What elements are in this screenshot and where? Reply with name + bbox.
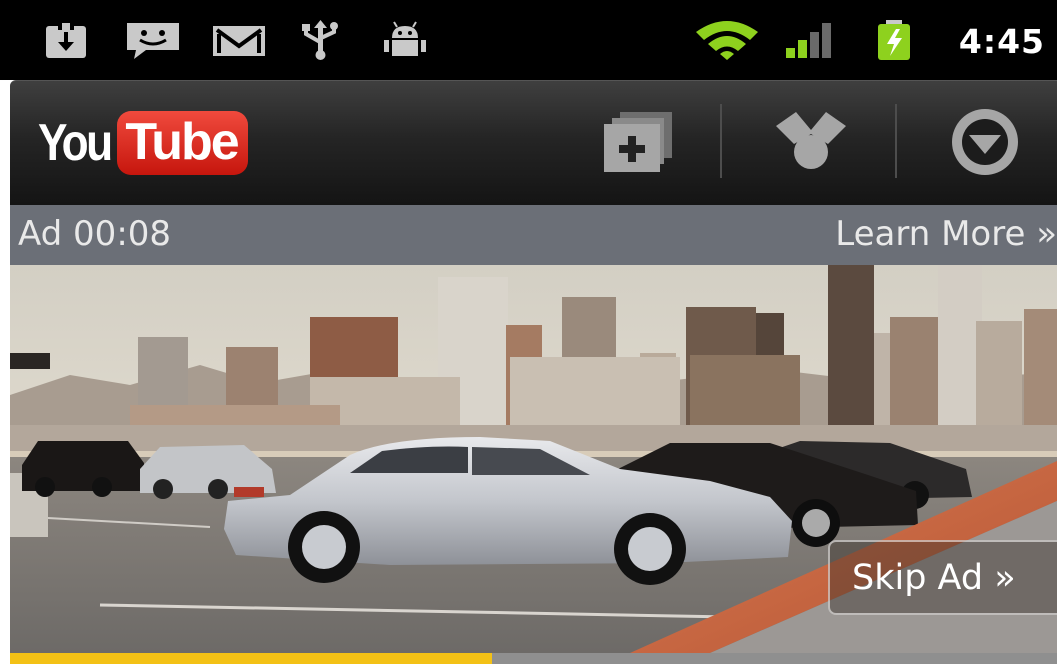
download-icon xyxy=(46,20,86,58)
gmail-icon xyxy=(213,26,265,56)
clock: 4:45 xyxy=(958,22,1045,61)
messaging-icon xyxy=(127,23,179,59)
ad-progress-fill xyxy=(10,653,492,664)
logo-text-tube: Tube xyxy=(117,111,248,175)
more-icon xyxy=(952,109,1018,175)
logo-text-you: You xyxy=(38,114,113,172)
status-bar: 4:45 xyxy=(0,0,1057,80)
action-divider xyxy=(895,104,897,178)
skip-ad-button[interactable]: Skip Ad » xyxy=(828,540,1057,615)
battery-charging-icon xyxy=(878,20,910,60)
youtube-logo[interactable]: You Tube xyxy=(38,110,248,176)
wifi-icon xyxy=(696,21,758,60)
ad-progress-bar[interactable] xyxy=(10,653,1057,664)
android-debug-icon xyxy=(384,21,426,56)
signal-icon xyxy=(786,23,831,58)
share-button[interactable] xyxy=(766,100,856,184)
ad-timer: Ad 00:08 xyxy=(18,214,172,254)
more-button[interactable] xyxy=(940,100,1030,184)
action-divider xyxy=(720,104,722,178)
learn-more-link[interactable]: Learn More » xyxy=(835,214,1057,254)
usb-icon xyxy=(302,20,338,60)
add-to-playlist-button[interactable] xyxy=(592,100,682,184)
share-icon xyxy=(776,112,846,169)
add-to-playlist-icon xyxy=(604,112,672,172)
